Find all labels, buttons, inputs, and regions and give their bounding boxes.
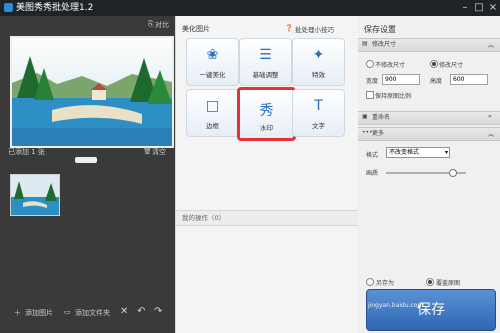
compare-button[interactable]: 对比 — [155, 20, 169, 30]
tile-one-click-beautify[interactable]: ❀ 一键美化 — [186, 38, 239, 86]
save-button[interactable]: 保存 — [366, 289, 496, 331]
folder-icon[interactable]: ▭ — [64, 308, 71, 316]
left-panel: ⎘ 对比 已添加 1 张 🗑 清空 ＋ 添加图片 ▭ 添加文件夹 ✕ ↶ ↷ — [0, 16, 175, 333]
save-as-radio[interactable] — [366, 278, 374, 286]
tile-effects[interactable]: ✦ 特效 — [292, 38, 345, 86]
my-operations-label: 我的操作（0） — [182, 214, 226, 222]
resize-radio[interactable] — [430, 60, 438, 68]
app-icon — [4, 3, 13, 12]
collapse-up-icon[interactable]: ︽ — [488, 40, 494, 49]
delete-icon[interactable]: ✕ — [120, 306, 128, 317]
watermark-text: jingyan.baidu.com — [368, 302, 424, 309]
text-icon: T — [314, 98, 323, 114]
format-select[interactable]: 不改变格式 ▾ — [386, 147, 450, 158]
section-rename[interactable]: ▣ 重命名 » — [358, 111, 500, 125]
frame-icon: □ — [205, 98, 220, 114]
minimize-icon[interactable]: – — [458, 0, 472, 16]
section-more[interactable]: ••• 更多 ︽ — [358, 127, 500, 141]
my-operations-bar: 我的操作（0） — [176, 210, 358, 226]
overwrite-radio[interactable] — [426, 278, 434, 286]
height-input[interactable]: 600 — [450, 74, 488, 85]
magic-wand-icon: ✦ — [312, 47, 325, 63]
undo-icon[interactable]: ↶ — [137, 306, 145, 317]
no-resize-radio[interactable] — [366, 60, 374, 68]
collapse-handle[interactable] — [75, 157, 97, 163]
dropdown-arrow-icon: ▾ — [444, 149, 448, 156]
section-resize[interactable]: ▤ 修改尺寸 ︽ — [358, 38, 500, 52]
sliders-icon: ☰ — [259, 47, 272, 63]
image-preview — [10, 36, 174, 148]
expand-icon[interactable]: » — [488, 113, 492, 120]
add-folder-button[interactable]: 添加文件夹 — [75, 308, 110, 318]
flower-icon: ❀ — [206, 47, 219, 63]
tile-text[interactable]: T 文字 — [292, 89, 345, 137]
tile-frame[interactable]: □ 边框 — [186, 89, 239, 137]
maximize-icon[interactable]: □ — [472, 0, 486, 16]
trash-icon[interactable]: 🗑 — [143, 147, 152, 155]
clear-button[interactable]: 清空 — [152, 147, 166, 157]
compare-icon[interactable]: ⎘ — [148, 20, 154, 29]
quality-slider-knob[interactable] — [449, 169, 457, 177]
title-bar: 美图秀秀批处理1.2 – □ × — [0, 0, 500, 16]
add-image-icon[interactable]: ＋ — [14, 308, 21, 318]
rename-icon: ▣ — [362, 113, 368, 120]
watermark-icon: 秀 — [259, 103, 274, 119]
tile-watermark[interactable]: 秀 水印 — [237, 87, 296, 141]
help-link[interactable]: 批处理小技巧 — [295, 24, 334, 34]
center-panel: 美化图片 ❓ 批处理小技巧 ❀ 一键美化 ☰ 基础调整 ✦ 特效 □ 边框 秀 … — [175, 16, 358, 333]
window-title: 美图秀秀批处理1.2 — [16, 3, 94, 13]
right-panel: 保存设置 ▤ 修改尺寸 ︽ 不修改尺寸 修改尺寸 宽度 900 高度 600 保… — [358, 16, 500, 333]
width-input[interactable]: 900 — [382, 74, 420, 85]
close-icon[interactable]: × — [486, 0, 500, 16]
add-image-button[interactable]: 添加图片 — [25, 308, 53, 318]
help-icon[interactable]: ❓ — [285, 24, 293, 32]
keep-ratio-checkbox[interactable] — [366, 91, 374, 99]
save-settings-title: 保存设置 — [364, 25, 396, 34]
collapse-up-icon-2[interactable]: ︽ — [488, 129, 494, 138]
section-title: 美化图片 — [182, 25, 210, 33]
added-count: 已添加 1 张 — [8, 148, 45, 156]
image-thumbnail[interactable] — [10, 174, 60, 216]
redo-icon[interactable]: ↷ — [154, 306, 162, 317]
resize-icon: ▤ — [362, 40, 368, 47]
tile-basic-adjust[interactable]: ☰ 基础调整 — [239, 38, 292, 86]
